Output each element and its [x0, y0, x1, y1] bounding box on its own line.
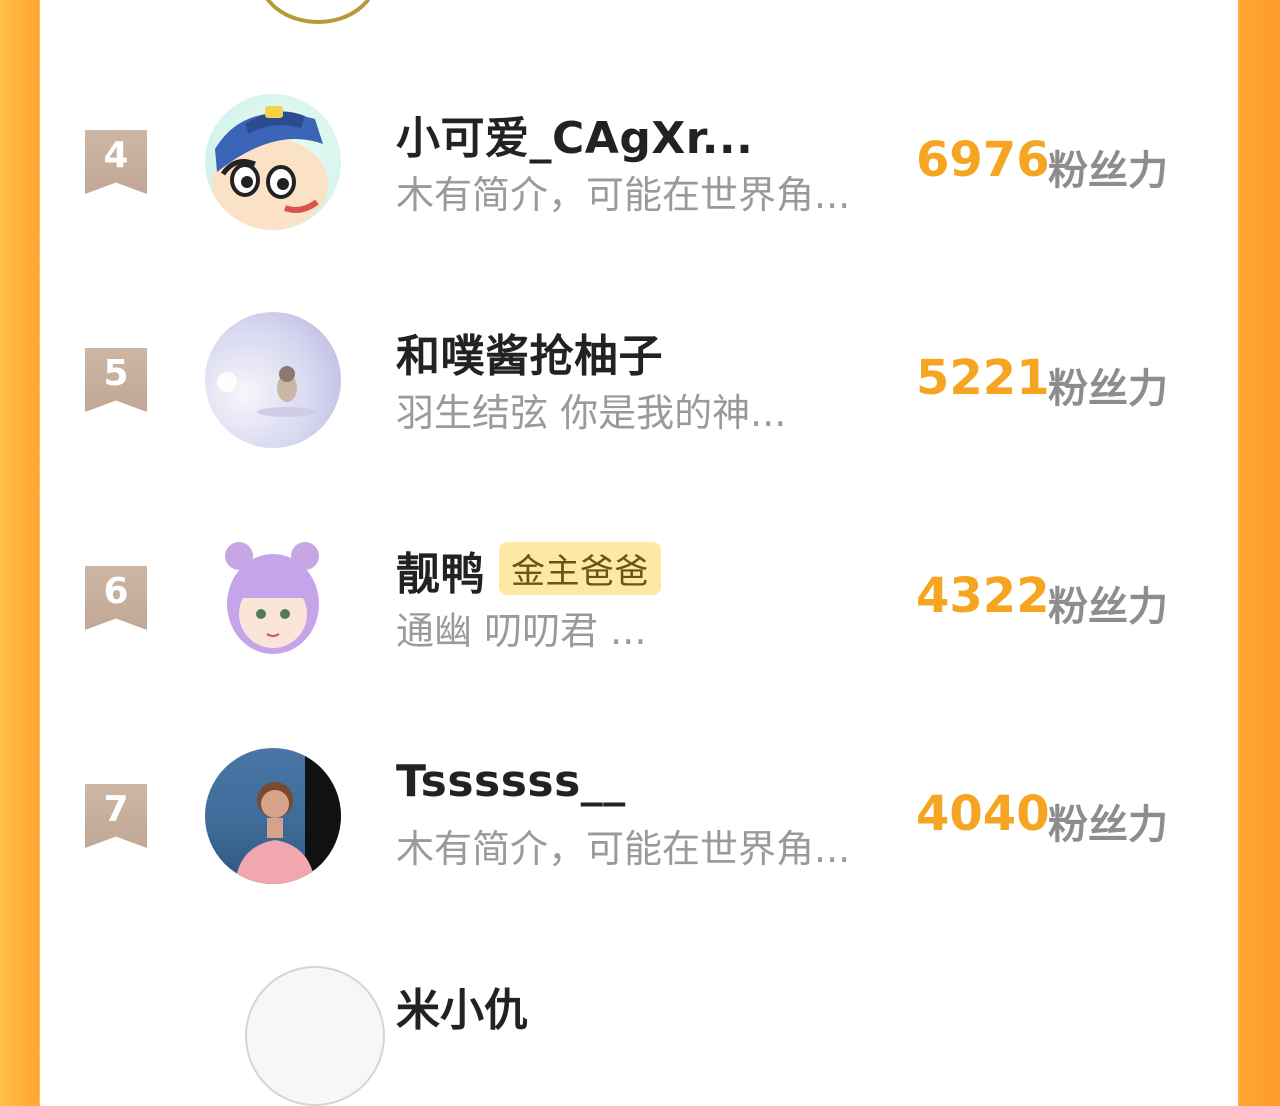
user-name[interactable]: 靓鸭 金主爸爸 [396, 538, 661, 602]
list-item[interactable]: 7 Tssssss__ 木有简介，可能在世界角... 4040 粉丝力 [40, 744, 1238, 894]
rank-badge: 7 [85, 784, 147, 848]
person-photo-avatar-icon [235, 748, 341, 884]
list-item[interactable]: 6 靓鸭 金主爸爸 通幽 叨叨君 ... 4322 粉丝力 [40, 526, 1238, 676]
list-item[interactable]: 4 小可爱_CAgXr... 木有简介，可能在世界角... 6976 粉丝力 [40, 90, 1238, 240]
scenery-avatar-icon [217, 366, 317, 417]
fan-score: 4040 [916, 786, 1050, 842]
user-avatar[interactable] [205, 312, 341, 448]
fan-score-label: 粉丝力 [1048, 802, 1168, 848]
anime-girl-avatar-icon [225, 542, 319, 654]
fan-score-label: 粉丝力 [1048, 366, 1168, 412]
rank-badge: 5 [85, 348, 147, 412]
user-name[interactable]: 小可爱_CAgXr... [396, 102, 753, 166]
fan-score: 4322 [916, 568, 1050, 624]
user-avatar[interactable] [205, 748, 341, 884]
user-bio: 羽生结弦 你是我的神... [396, 391, 787, 435]
vip-badge: 金主爸爸 [499, 542, 661, 595]
rank-badge: 6 [85, 566, 147, 630]
user-bio: 木有简介，可能在世界角... [396, 173, 851, 217]
fan-score-label: 粉丝力 [1048, 148, 1168, 194]
user-bio: 通幽 叨叨君 ... [396, 609, 647, 653]
next-user-avatar[interactable] [245, 966, 385, 1106]
previous-user-avatar[interactable] [258, 0, 378, 24]
fan-score-label: 粉丝力 [1048, 584, 1168, 630]
cartoon-boy-avatar-icon [212, 106, 328, 230]
leaderboard-card: 4 小可爱_CAgXr... 木有简介，可能在世界角... 6976 粉丝力 5 [40, 0, 1238, 1106]
next-user-name[interactable]: 米小仇 [396, 974, 528, 1038]
user-name[interactable]: 和噗酱抢柚子 [396, 320, 663, 384]
rank-badge: 4 [85, 130, 147, 194]
user-name[interactable]: Tssssss__ [396, 756, 626, 807]
fan-score: 6976 [916, 132, 1050, 188]
fan-score: 5221 [916, 350, 1050, 406]
user-name-text[interactable]: 靓鸭 [396, 549, 485, 600]
list-item[interactable]: 5 和噗酱抢柚子 羽生结弦 你是我的神... 5221 粉丝力 [40, 308, 1238, 458]
user-bio: 木有简介，可能在世界角... [396, 827, 851, 871]
user-avatar[interactable] [205, 530, 341, 666]
user-avatar[interactable] [205, 94, 341, 230]
